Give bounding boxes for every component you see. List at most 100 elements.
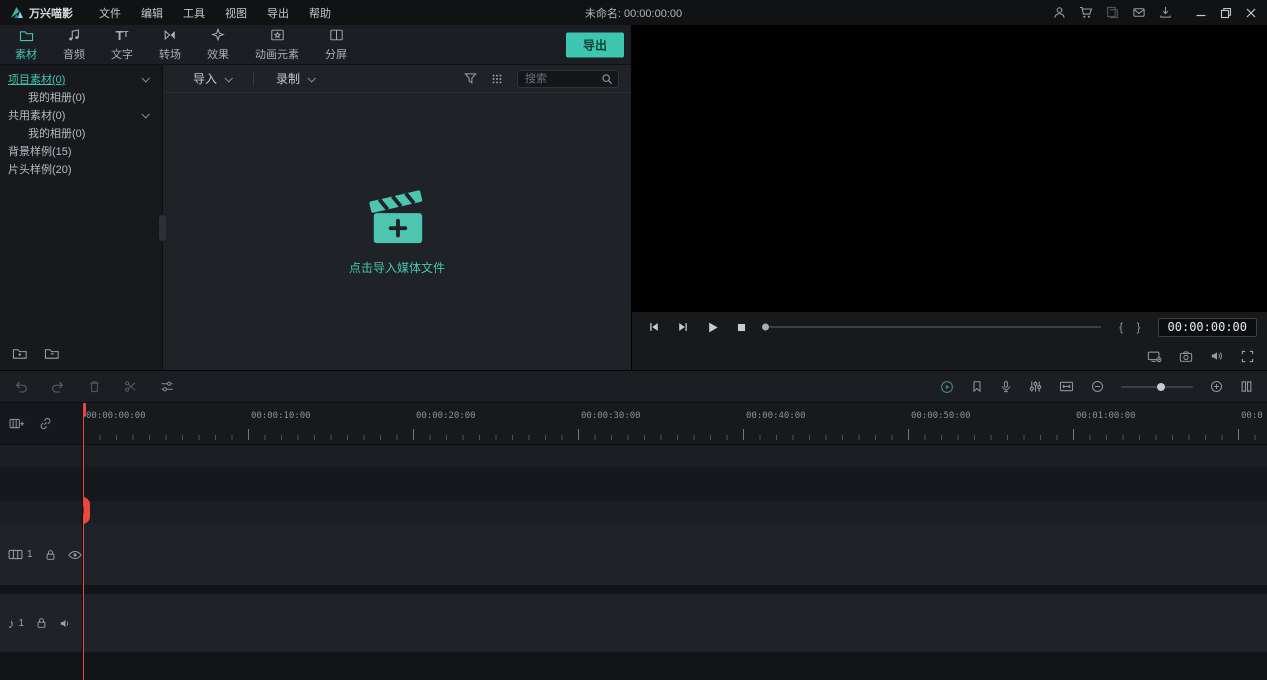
split-scissors-button[interactable] — [124, 380, 137, 393]
track-layout-button[interactable] — [1240, 380, 1253, 393]
menu-file[interactable]: 文件 — [89, 5, 131, 21]
account-icon[interactable] — [1053, 6, 1066, 19]
window-controls — [1195, 7, 1257, 19]
mark-in-out-buttons[interactable]: { } — [1119, 320, 1145, 334]
media-empty-state[interactable]: 点击导入媒体文件 — [163, 93, 631, 370]
tab-text[interactable]: TT 文字 — [98, 25, 146, 64]
tab-label: 分屏 — [325, 48, 347, 61]
lock-track-icon[interactable] — [45, 549, 56, 561]
ruler-label: 00:00:50:00 — [911, 411, 971, 421]
import-button[interactable]: 导入 — [171, 65, 253, 92]
feedback-mail-icon[interactable] — [1132, 6, 1146, 19]
app-logo-icon — [11, 6, 23, 18]
video-track-id: 1 — [8, 549, 33, 560]
record-button[interactable]: 录制 — [254, 65, 336, 92]
audio-track-header[interactable]: ♪ 1 — [0, 594, 82, 652]
playhead[interactable] — [83, 403, 90, 680]
grid-view-icon[interactable] — [491, 73, 503, 85]
tree-item-background-samples[interactable]: 背景样例(15) — [0, 142, 162, 160]
menu-edit[interactable]: 编辑 — [131, 5, 173, 21]
library-panel-resize-handle[interactable] — [159, 215, 166, 241]
mute-track-speaker-icon[interactable] — [59, 618, 72, 629]
next-frame-button[interactable] — [677, 321, 689, 333]
tab-effects[interactable]: 效果 — [194, 25, 242, 64]
zoom-in-button[interactable] — [1210, 380, 1223, 393]
menu-help[interactable]: 帮助 — [299, 5, 341, 21]
seek-handle[interactable] — [762, 323, 769, 331]
empty-lane — [83, 467, 1267, 501]
voiceover-mic-button[interactable] — [1000, 380, 1012, 393]
close-button[interactable] — [1245, 7, 1257, 19]
playhead-grip[interactable] — [83, 403, 86, 417]
menu-export[interactable]: 导出 — [257, 5, 299, 21]
audio-track-id: ♪ 1 — [8, 615, 25, 631]
tree-item-my-album-2[interactable]: 我的相册(0) — [0, 124, 162, 142]
download-plugin-icon[interactable] — [1159, 6, 1172, 19]
tab-audio[interactable]: 音频 — [50, 25, 98, 64]
video-track-lane[interactable] — [83, 524, 1267, 585]
tree-item-intro-samples[interactable]: 片头样例(20) — [0, 160, 162, 178]
ruler-label: 00:00:00:00 — [86, 411, 146, 421]
tab-label: 文字 — [111, 48, 133, 61]
tab-transitions[interactable]: 转场 — [146, 25, 194, 64]
manage-tracks-icon[interactable] — [9, 418, 25, 430]
stop-button[interactable] — [736, 322, 747, 333]
clapperboard-icon[interactable] — [363, 187, 431, 247]
preview-secondary-controls — [632, 342, 1267, 370]
snapshot-camera-icon[interactable] — [1179, 350, 1193, 363]
play-button[interactable] — [706, 321, 719, 334]
adjust-properties-button[interactable] — [160, 380, 174, 393]
search-box[interactable] — [517, 69, 619, 88]
tab-media[interactable]: 素材 — [2, 25, 50, 64]
filter-icon[interactable] — [464, 72, 477, 85]
toggle-visibility-eye-icon[interactable] — [67, 550, 82, 560]
zoom-to-fit-button[interactable] — [1059, 380, 1074, 393]
undo-button[interactable] — [14, 381, 28, 393]
library-tree: 项目素材(0) 我的相册(0) 共用素材(0) 我的相册(0) 背景样例(15)… — [0, 65, 162, 178]
delete-button[interactable] — [88, 380, 101, 393]
track-header-column: 1 ♪ 1 — [0, 403, 83, 680]
lock-track-icon[interactable] — [36, 617, 47, 629]
tree-item-project-media[interactable]: 项目素材(0) — [0, 70, 162, 88]
audio-mixer-button[interactable] — [1029, 380, 1042, 393]
new-folder-icon[interactable] — [12, 346, 28, 360]
chevron-down-icon[interactable] — [141, 74, 150, 83]
fullscreen-icon[interactable] — [1241, 350, 1254, 363]
minimize-button[interactable] — [1195, 7, 1207, 19]
display-settings-icon[interactable] — [1147, 350, 1162, 363]
timeline-zoom-slider[interactable] — [1121, 382, 1193, 391]
restore-button[interactable] — [1220, 7, 1232, 19]
previous-frame-button[interactable] — [648, 321, 660, 333]
redo-button[interactable] — [51, 381, 65, 393]
search-input[interactable] — [523, 71, 601, 86]
menu-tools[interactable]: 工具 — [173, 5, 215, 21]
preview-panel: { } 00:00:00:00 — [632, 25, 1267, 370]
zoom-slider-handle[interactable] — [1156, 382, 1165, 391]
video-track-header[interactable]: 1 — [0, 524, 82, 585]
link-icon[interactable] — [39, 417, 52, 430]
app-logo: 万兴喵影 — [10, 5, 73, 21]
tree-item-shared-media[interactable]: 共用素材(0) — [0, 106, 162, 124]
marker-button[interactable] — [971, 380, 983, 393]
playback-controls: { } 00:00:00:00 — [632, 312, 1267, 342]
menu-view[interactable]: 视图 — [215, 5, 257, 21]
tab-splitscreen[interactable]: 分屏 — [312, 25, 360, 64]
tab-elements[interactable]: 动画元素 — [242, 25, 312, 64]
store-cart-icon[interactable] — [1079, 6, 1093, 19]
playhead-handle[interactable] — [83, 497, 90, 524]
render-preview-button[interactable] — [940, 380, 954, 394]
zoom-out-button[interactable] — [1091, 380, 1104, 393]
effects-icon — [211, 28, 225, 43]
timeline-ruler[interactable]: 00:00:00:00 00:00:10:00 00:00:20:00 00:0… — [83, 403, 1267, 445]
import-hint-text[interactable]: 点击导入媒体文件 — [349, 259, 445, 276]
clipboard-icon[interactable] — [1106, 6, 1119, 19]
seek-bar[interactable] — [762, 323, 1102, 331]
search-icon[interactable] — [601, 73, 613, 85]
chevron-down-icon[interactable] — [141, 110, 150, 119]
export-button[interactable]: 导出 — [565, 32, 624, 57]
video-viewport[interactable] — [632, 25, 1267, 312]
tree-item-my-album-1[interactable]: 我的相册(0) — [0, 88, 162, 106]
delete-folder-icon[interactable] — [44, 346, 60, 360]
volume-icon[interactable] — [1210, 350, 1224, 362]
audio-track-lane[interactable] — [83, 594, 1267, 652]
